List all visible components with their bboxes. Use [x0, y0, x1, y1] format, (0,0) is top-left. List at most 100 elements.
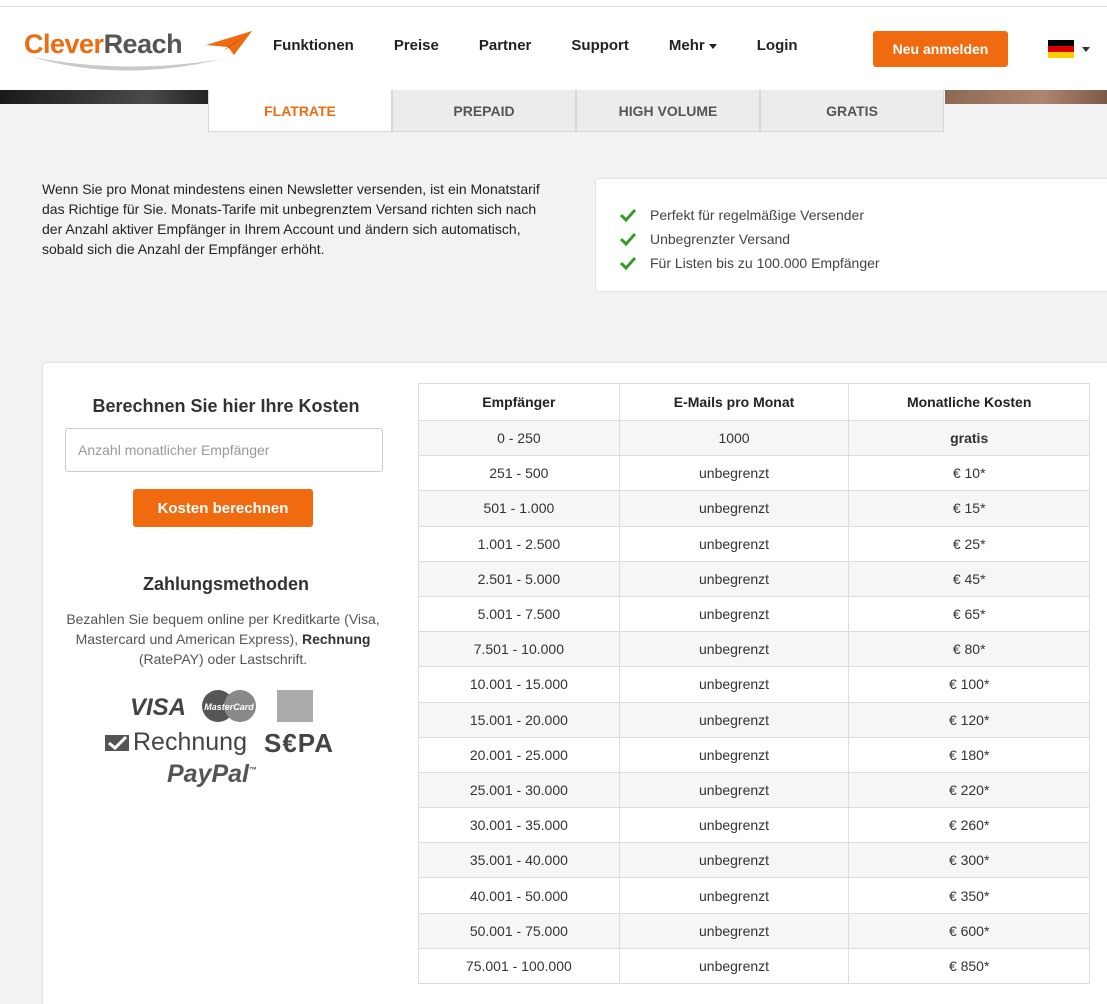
emails-cell: unbegrenzt [618, 455, 850, 492]
cost-cell: € 80* [848, 631, 1090, 668]
nav-item-mehr[interactable]: Mehr [669, 37, 717, 54]
cost-cell: € 120* [848, 701, 1090, 738]
emails-cell: unbegrenzt [618, 631, 850, 668]
tab-prepaid[interactable]: PREPAID [392, 90, 576, 132]
hero-image-left [0, 90, 210, 104]
price-table: Empfänger E-Mails pro Monat Monatliche K… [418, 383, 1090, 985]
payment-methods-title: Zahlungsmethoden [143, 574, 309, 594]
table-row: 501 - 1.000 unbegrenzt € 15* [418, 490, 1090, 527]
recipients-cell: 25.001 - 30.000 [418, 771, 620, 809]
payment-text-part2: (RatePAY) oder Lastschrift. [138, 651, 308, 667]
feature-item: Für Listen bis zu 100.000 Empfänger [620, 251, 1107, 275]
emails-cell: unbegrenzt [618, 595, 850, 633]
recipients-cell: 50.001 - 75.000 [418, 912, 620, 949]
table-row: 25.001 - 30.000 unbegrenzt € 220* [418, 771, 1090, 809]
mastercard-logo-text: MasterCard [204, 702, 254, 712]
signup-button[interactable]: Neu anmelden [873, 31, 1008, 67]
recipients-cell: 20.001 - 25.000 [418, 736, 620, 773]
nav-item-mehr-label: Mehr [668, 37, 705, 54]
nav-item-funktionen[interactable]: Funktionen [273, 37, 354, 54]
recipients-cell: 5.001 - 7.500 [418, 595, 620, 633]
recipients-cell: 30.001 - 35.000 [418, 807, 620, 844]
paypal-tm: ™ [249, 765, 258, 775]
rechnung-logo-text: Rechnung [133, 728, 247, 756]
tab-high-volume[interactable]: HIGH VOLUME [576, 90, 760, 132]
cost-cell: € 10* [848, 455, 1090, 492]
emails-cell: unbegrenzt [618, 560, 850, 597]
paper-plane-icon [206, 31, 252, 55]
recipients-cell: 15.001 - 20.000 [418, 701, 620, 738]
american-express-logo [277, 690, 313, 722]
emails-cell: unbegrenzt [618, 525, 850, 562]
feature-text: Unbegrenzter Versand [650, 231, 791, 247]
recipients-cell: 1.001 - 2.500 [418, 525, 620, 562]
table-row: 5.001 - 7.500 unbegrenzt € 65* [418, 595, 1090, 633]
checkmark-icon [620, 232, 636, 246]
sepa-logo: S€PA [264, 728, 334, 758]
recipients-cell: 40.001 - 50.000 [418, 877, 620, 914]
emails-cell: unbegrenzt [618, 490, 850, 527]
recipients-cell: 2.501 - 5.000 [418, 560, 620, 597]
feature-item: Perfekt für regelmäßige Versender [620, 203, 1107, 227]
nav-item-support[interactable]: Support [571, 37, 629, 54]
emails-cell: unbegrenzt [618, 701, 850, 738]
emails-cell: unbegrenzt [618, 912, 850, 949]
emails-cell: unbegrenzt [618, 771, 850, 809]
intro-text: Wenn Sie pro Monat mindestens einen News… [42, 181, 540, 257]
chevron-down-icon [708, 43, 717, 49]
table-row: 251 - 500 unbegrenzt € 10* [418, 455, 1090, 492]
calculator-title: Berechnen Sie hier Ihre Kosten [92, 396, 360, 416]
cost-cell: € 180* [848, 736, 1090, 773]
table-row: 30.001 - 35.000 unbegrenzt € 260* [418, 807, 1090, 844]
invoice-check-icon [105, 734, 129, 751]
cost-cell: € 45* [848, 560, 1090, 597]
table-row: 7.501 - 10.000 unbegrenzt € 80* [418, 631, 1090, 668]
cost-cell: € 600* [848, 912, 1090, 949]
checkmark-icon [620, 256, 636, 270]
features-box: Perfekt für regelmäßige Versender Unbegr… [595, 178, 1107, 292]
table-row: 15.001 - 20.000 unbegrenzt € 120* [418, 701, 1090, 738]
nav-item-preise[interactable]: Preise [394, 37, 439, 54]
hero-image-right [945, 90, 1107, 104]
emails-cell: 1000 [618, 419, 850, 457]
cost-cell: € 220* [848, 771, 1090, 809]
tab-gratis[interactable]: GRATIS [760, 90, 944, 132]
calculate-costs-button[interactable]: Kosten berechnen [133, 489, 313, 527]
recipients-cell: 251 - 500 [418, 455, 620, 492]
cost-cell: € 260* [848, 807, 1090, 844]
chevron-down-icon [1082, 46, 1090, 52]
table-row: 1.001 - 2.500 unbegrenzt € 25* [418, 525, 1090, 562]
cost-cell: € 300* [848, 842, 1090, 879]
checkmark-icon [620, 208, 636, 222]
tab-flatrate[interactable]: FLATRATE [208, 90, 392, 132]
cost-cell: € 65* [848, 595, 1090, 633]
nav-item-login[interactable]: Login [757, 37, 798, 54]
recipients-cell: 7.501 - 10.000 [418, 631, 620, 668]
recipients-cell: 0 - 250 [418, 419, 620, 457]
logo-swoosh-icon [32, 57, 222, 71]
recipients-input[interactable] [65, 428, 383, 472]
table-row: 40.001 - 50.000 unbegrenzt € 350* [418, 877, 1090, 914]
language-selector[interactable] [1048, 40, 1090, 58]
top-border [0, 0, 1107, 7]
navbar: CleverReach Funktionen Preise Partner Su… [0, 7, 1107, 90]
cost-cell: € 100* [848, 666, 1090, 703]
table-row: 0 - 250 1000 gratis [418, 419, 1090, 457]
cost-cell: € 25* [848, 525, 1090, 562]
paypal-logo-text: PayPal [167, 760, 250, 788]
table-row: 2.501 - 5.000 unbegrenzt € 45* [418, 560, 1090, 597]
table-row: 50.001 - 75.000 unbegrenzt € 600* [418, 912, 1090, 949]
feature-text: Perfekt für regelmäßige Versender [650, 207, 864, 223]
cost-cell: € 15* [848, 490, 1090, 527]
main-nav: Funktionen Preise Partner Support Mehr L… [273, 37, 838, 54]
column-header-emails: E-Mails pro Monat [618, 383, 850, 421]
nav-item-partner[interactable]: Partner [479, 37, 532, 54]
column-header-recipients: Empfänger [418, 383, 620, 421]
table-row: 35.001 - 40.000 unbegrenzt € 300* [418, 842, 1090, 879]
rechnung-logo: Rechnung [104, 728, 247, 757]
german-flag-icon [1048, 40, 1074, 58]
recipients-cell: 35.001 - 40.000 [418, 842, 620, 879]
table-row: 75.001 - 100.000 unbegrenzt € 850* [418, 947, 1090, 985]
column-header-costs: Monatliche Kosten [848, 383, 1090, 421]
payment-logos: VISA MasterCard Rechnung S€PA PayPal™ [90, 688, 360, 798]
